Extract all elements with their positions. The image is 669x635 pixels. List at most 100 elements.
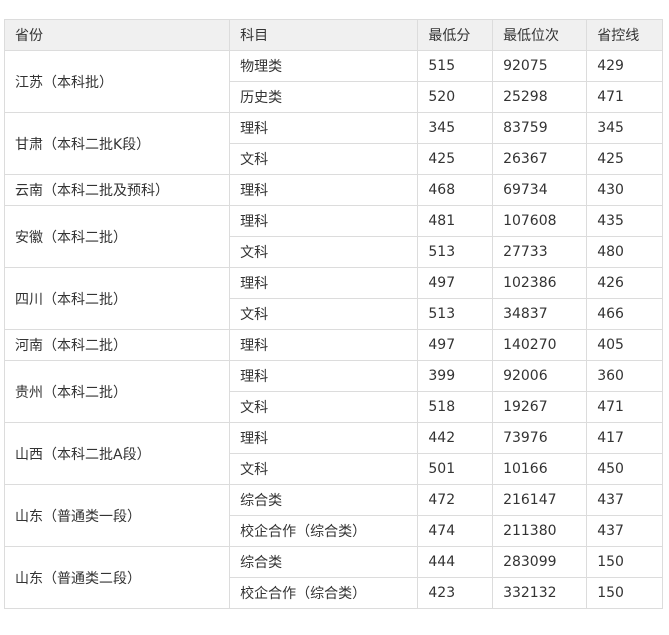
control-line-cell: 405: [586, 329, 663, 361]
subject-cell: 物理类: [229, 50, 419, 82]
control-line-cell: 426: [586, 267, 663, 299]
province-cell: 贵州（本科二批）: [3, 360, 231, 423]
min-score-cell: 518: [417, 391, 494, 423]
subject-cell: 理科: [229, 205, 419, 237]
min-score-cell: 472: [417, 484, 494, 516]
control-line-cell: 437: [586, 484, 663, 516]
min-score-cell: 444: [417, 546, 494, 578]
min-rank-cell: 92006: [492, 360, 588, 392]
min-score-cell: 520: [417, 81, 494, 113]
header-row: 省份 科目 最低分 最低位次 省控线: [3, 19, 663, 51]
control-line-cell: 450: [586, 453, 663, 485]
province-cell: 山西（本科二批A段）: [3, 422, 231, 485]
control-line-cell: 345: [586, 112, 663, 144]
control-line-cell: 430: [586, 174, 663, 206]
subject-cell: 理科: [229, 267, 419, 299]
header-min-rank: 最低位次: [492, 19, 588, 51]
subject-cell: 文科: [229, 143, 419, 175]
table-row: 甘肃（本科二批K段） 理科 345 83759 345: [3, 112, 663, 175]
min-score-cell: 425: [417, 143, 494, 175]
table-row: 山东（普通类二段） 综合类 444 283099 150: [3, 546, 663, 609]
subject-cell: 理科: [229, 112, 419, 144]
table-row: 贵州（本科二批） 理科 399 92006 360: [3, 360, 663, 423]
control-line-cell: 466: [586, 298, 663, 330]
min-score-cell: 442: [417, 422, 494, 454]
subject-cell: 理科: [229, 174, 419, 206]
admission-score-table: 省份 科目 最低分 最低位次 省控线 江苏（本科批） 物理类 515 92075 429…: [3, 19, 663, 609]
min-score-cell: 399: [417, 360, 494, 392]
min-score-cell: 481: [417, 205, 494, 237]
min-rank-cell: 26367: [492, 143, 588, 175]
subject-cell: 校企合作（综合类）: [229, 577, 419, 609]
control-line-cell: 437: [586, 515, 663, 547]
table-body: 江苏（本科批） 物理类 515 92075 429 历史类 520 25298 471 甘肃（本科…: [3, 50, 663, 609]
control-line-cell: 417: [586, 422, 663, 454]
table-row: 山西（本科二批A段） 理科 442 73976 417: [3, 422, 663, 485]
header-min-score: 最低分: [417, 19, 494, 51]
min-rank-cell: 27733: [492, 236, 588, 268]
control-line-cell: 429: [586, 50, 663, 82]
subject-cell: 综合类: [229, 484, 419, 516]
min-rank-cell: 69734: [492, 174, 588, 206]
min-score-cell: 345: [417, 112, 494, 144]
min-rank-cell: 73976: [492, 422, 588, 454]
min-rank-cell: 83759: [492, 112, 588, 144]
table-row: 江苏（本科批） 物理类 515 92075 429: [3, 50, 663, 113]
header-control-line: 省控线: [586, 19, 663, 51]
table-row: 安徽（本科二批） 理科 481 107608 435: [3, 205, 663, 268]
min-score-cell: 513: [417, 236, 494, 268]
min-rank-cell: 25298: [492, 81, 588, 113]
subject-cell: 文科: [229, 236, 419, 268]
header-province: 省份: [3, 19, 231, 51]
control-line-cell: 435: [586, 205, 663, 237]
control-line-cell: 480: [586, 236, 663, 268]
subject-cell: 理科: [229, 329, 419, 361]
subject-cell: 文科: [229, 391, 419, 423]
province-cell: 甘肃（本科二批K段）: [3, 112, 231, 175]
min-rank-cell: 102386: [492, 267, 588, 299]
subject-cell: 综合类: [229, 546, 419, 578]
table-row: 云南（本科二批及预科） 理科 468 69734 430: [3, 174, 663, 206]
province-cell: 河南（本科二批）: [3, 329, 231, 361]
control-line-cell: 471: [586, 81, 663, 113]
min-rank-cell: 10166: [492, 453, 588, 485]
control-line-cell: 471: [586, 391, 663, 423]
control-line-cell: 150: [586, 546, 663, 578]
province-cell: 安徽（本科二批）: [3, 205, 231, 268]
province-cell: 山东（普通类一段）: [3, 484, 231, 547]
min-score-cell: 513: [417, 298, 494, 330]
min-rank-cell: 283099: [492, 546, 588, 578]
min-rank-cell: 34837: [492, 298, 588, 330]
min-score-cell: 497: [417, 267, 494, 299]
min-score-cell: 501: [417, 453, 494, 485]
min-score-cell: 474: [417, 515, 494, 547]
min-rank-cell: 92075: [492, 50, 588, 82]
table-row: 山东（普通类一段） 综合类 472 216147 437: [3, 484, 663, 547]
min-rank-cell: 216147: [492, 484, 588, 516]
province-cell: 山东（普通类二段）: [3, 546, 231, 609]
min-score-cell: 468: [417, 174, 494, 206]
min-score-cell: 423: [417, 577, 494, 609]
subject-cell: 历史类: [229, 81, 419, 113]
header-subject: 科目: [229, 19, 419, 51]
min-rank-cell: 140270: [492, 329, 588, 361]
subject-cell: 理科: [229, 360, 419, 392]
province-cell: 云南（本科二批及预科）: [3, 174, 231, 206]
control-line-cell: 360: [586, 360, 663, 392]
min-score-cell: 497: [417, 329, 494, 361]
subject-cell: 校企合作（综合类）: [229, 515, 419, 547]
subject-cell: 文科: [229, 298, 419, 330]
province-cell: 江苏（本科批）: [3, 50, 231, 113]
table-row: 四川（本科二批） 理科 497 102386 426: [3, 267, 663, 330]
min-rank-cell: 211380: [492, 515, 588, 547]
province-cell: 四川（本科二批）: [3, 267, 231, 330]
min-rank-cell: 19267: [492, 391, 588, 423]
table-row: 河南（本科二批） 理科 497 140270 405: [3, 329, 663, 361]
subject-cell: 理科: [229, 422, 419, 454]
control-line-cell: 150: [586, 577, 663, 609]
subject-cell: 文科: [229, 453, 419, 485]
control-line-cell: 425: [586, 143, 663, 175]
table-header: 省份 科目 最低分 最低位次 省控线: [3, 19, 663, 51]
min-rank-cell: 332132: [492, 577, 588, 609]
min-rank-cell: 107608: [492, 205, 588, 237]
